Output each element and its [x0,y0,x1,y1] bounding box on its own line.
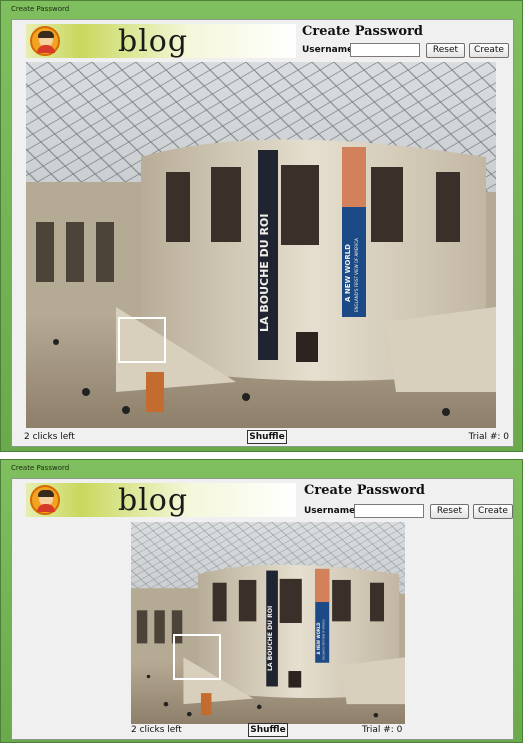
click-selection-box[interactable] [118,317,166,363]
blog-banner: blog [26,483,296,518]
username-input[interactable] [354,504,424,518]
panel-title: Create Password [304,483,425,498]
mascot-icon [30,485,60,515]
clicks-left-status: 2 clicks left [131,725,182,735]
shuffle-button[interactable]: Shuffle [247,430,287,444]
window-client-area: blog Create Password Username Reset Crea… [11,19,514,447]
window-client-area: blog Create Password Username Reset Crea… [11,478,514,740]
create-password-window-large: Create Password blog Create Password Use… [0,0,523,452]
username-label: Username [304,506,356,516]
create-button[interactable]: Create [469,43,509,58]
password-image[interactable]: LA BOUCHE DU ROI A NEW WORLD ENGLAND'S F… [131,522,405,724]
banner-right-title: A NEW WORLD [344,244,352,302]
banner-right-title: A NEW WORLD [316,622,321,655]
clicks-left-status: 2 clicks left [24,432,75,442]
click-selection-box[interactable] [173,634,221,680]
password-image[interactable]: LA BOUCHE DU ROI A NEW WORLD ENGLAND'S F… [26,62,496,428]
logo-text: blog [118,24,189,59]
reset-button[interactable]: Reset [430,504,469,519]
museum-court-image: LA BOUCHE DU ROI A NEW WORLD ENGLAND'S F… [131,522,405,724]
museum-court-image: LA BOUCHE DU ROI A NEW WORLD ENGLAND'S F… [26,62,496,428]
banner-left-text: LA BOUCHE DU ROI [267,606,274,671]
username-input[interactable] [350,43,420,57]
banner-right-subtitle: ENGLAND'S FIRST VIEW OF AMERICA [322,619,325,660]
reset-button[interactable]: Reset [426,43,465,58]
panel-title: Create Password [302,24,423,39]
create-button[interactable]: Create [473,504,513,519]
username-label: Username [302,45,354,55]
shuffle-button[interactable]: Shuffle [248,723,288,737]
blog-banner: blog [26,24,296,59]
window-title: Create Password [11,464,70,472]
logo-text: blog [118,483,189,518]
create-password-window-small: Create Password blog Create Password Use… [0,459,523,743]
banner-left-text: LA BOUCHE DU ROI [258,214,271,332]
window-title: Create Password [11,5,70,13]
banner-right-subtitle: ENGLAND'S FIRST VIEW OF AMERICA [354,238,359,312]
mascot-icon [30,26,60,56]
trial-counter: Trial #: 0 [362,725,403,735]
trial-counter: Trial #: 0 [468,432,509,442]
